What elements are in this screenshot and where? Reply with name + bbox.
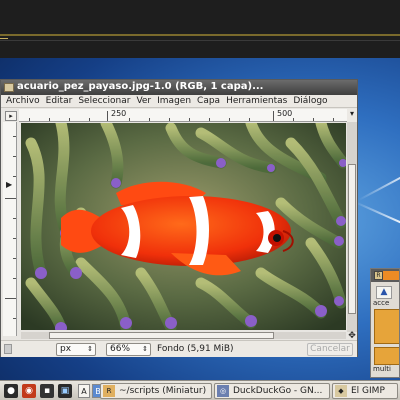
gimp-icon: ◆ <box>335 385 347 397</box>
units-select[interactable]: px ⇕ <box>56 343 96 356</box>
wallpaper-streak <box>353 200 400 226</box>
menu-herramientas[interactable]: Herramientas <box>223 95 290 107</box>
menu-seleccionar[interactable]: Seleccionar <box>75 95 133 107</box>
vertical-scroll-thumb[interactable] <box>348 164 356 314</box>
background-window-tick <box>0 38 8 39</box>
file-manager-window[interactable]: R ▲ acce multi <box>370 268 400 378</box>
monitor-icon[interactable]: ▣ <box>58 384 72 398</box>
folder-label: multi <box>373 365 391 373</box>
vertical-ruler[interactable]: ▶ <box>3 122 17 336</box>
spinner-icon: ⇕ <box>87 345 93 353</box>
pointer-toggle[interactable] <box>4 344 12 354</box>
window-title: acuario_pez_payaso.jpg-1.0 (RGB, 1 capa)… <box>17 81 264 92</box>
task-label: ~/scripts (Miniatur) <box>119 386 207 396</box>
workspace-a[interactable]: A <box>78 384 90 398</box>
terminal-icon[interactable]: ▪ <box>40 384 54 398</box>
taskbar-item-browser[interactable]: ◎ DuckDuckGo - GN... <box>214 383 330 399</box>
scroll-down-icon[interactable]: ▾ <box>347 109 357 122</box>
menubar: Archivo Editar Seleccionar Ver Imagen Capa Her… <box>1 95 357 108</box>
background-window-line <box>0 34 400 36</box>
app-icon: R <box>374 271 383 280</box>
menu-capa[interactable]: Capa <box>194 95 223 107</box>
units-value: px <box>60 344 72 354</box>
horizontal-ruler[interactable]: 250 500 <box>19 109 347 122</box>
window-titlebar[interactable]: acuario_pez_payaso.jpg-1.0 (RGB, 1 capa)… <box>1 80 357 95</box>
folder-label: acce <box>373 299 390 307</box>
gimp-image-window[interactable]: acuario_pez_payaso.jpg-1.0 (RGB, 1 capa)… <box>0 79 358 357</box>
statusbar: px ⇕ 66% ⇕ Fondo (5,91 MiB) Cancelar <box>1 340 357 357</box>
menu-editar[interactable]: Editar <box>43 95 76 107</box>
file-manager-titlebar[interactable]: R <box>371 269 399 282</box>
ruler-label: 500 <box>277 109 293 118</box>
ruler-pointer-icon: ▶ <box>6 180 13 189</box>
menu-arrow-icon[interactable]: ▸ <box>5 111 17 121</box>
folder-icon[interactable] <box>374 347 399 365</box>
browser-icon: ◎ <box>217 385 229 397</box>
firefox-icon[interactable]: ◉ <box>22 384 36 398</box>
background-window <box>0 0 400 58</box>
gimp-icon <box>4 83 14 92</box>
taskbar-item-gimp[interactable]: ◆ El GIMP <box>332 383 398 399</box>
menu-archivo[interactable]: Archivo <box>1 95 43 107</box>
status-text: Fondo (5,91 MiB) <box>157 344 234 354</box>
clownfish-photo <box>21 123 346 330</box>
task-label: DuckDuckGo - GN... <box>233 386 323 396</box>
menu-ver[interactable]: Ver <box>133 95 154 107</box>
taskbar: ● ◉ ▪ ▣ A B R ~/scripts (Miniatur) ◎ Duc… <box>0 380 400 400</box>
spinner-icon: ⇕ <box>142 345 148 353</box>
ruler-label: 250 <box>111 109 127 118</box>
penguin-icon[interactable]: ● <box>4 384 18 398</box>
menu-dialogos[interactable]: Diálogo <box>290 95 330 107</box>
zoom-select[interactable]: 66% ⇕ <box>106 343 151 356</box>
task-label: El GIMP <box>351 386 385 396</box>
background-window-line <box>0 40 400 41</box>
zoom-value: 66% <box>110 344 131 354</box>
horizontal-scroll-thumb[interactable] <box>49 332 274 339</box>
folder-icon[interactable] <box>374 309 399 344</box>
horizontal-scrollbar[interactable] <box>21 332 346 339</box>
window-tab[interactable] <box>383 271 399 280</box>
menu-imagen[interactable]: Imagen <box>154 95 194 107</box>
folder-icon: R <box>103 385 115 397</box>
taskbar-item-scripts[interactable]: R ~/scripts (Miniatur) <box>100 383 212 399</box>
image-canvas[interactable] <box>21 123 346 330</box>
wallpaper-streak <box>358 171 400 201</box>
up-arrow-icon[interactable]: ▲ <box>376 286 392 299</box>
cancel-button[interactable]: Cancelar <box>307 343 353 356</box>
vertical-scrollbar[interactable] <box>347 122 357 332</box>
